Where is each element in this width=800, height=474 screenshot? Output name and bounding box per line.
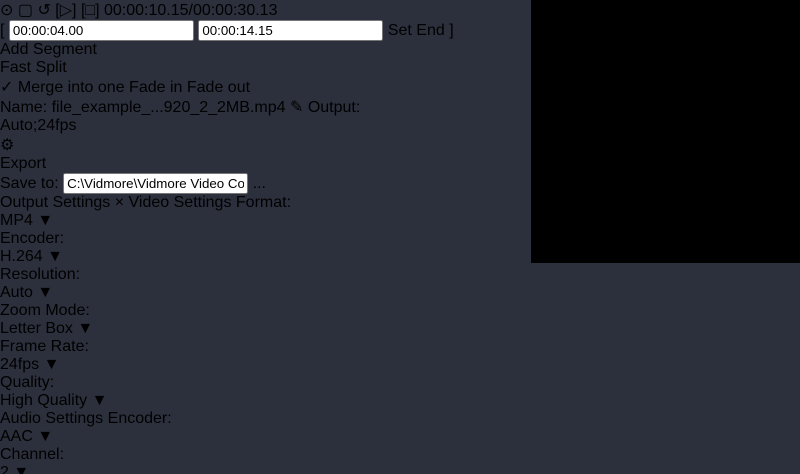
close-icon[interactable]: × bbox=[115, 194, 124, 211]
fade-out-label: Fade out bbox=[187, 79, 250, 96]
browse-more-button[interactable]: ... bbox=[253, 175, 266, 192]
channel-dropdown[interactable]: 2 ▼ bbox=[0, 464, 800, 474]
play-clip-icon[interactable]: [▷] bbox=[55, 2, 76, 19]
chevron-down-icon: ▼ bbox=[77, 320, 93, 337]
save-path-input[interactable] bbox=[63, 173, 248, 194]
output-label: Output: bbox=[308, 99, 360, 116]
set-end-bracket-icon[interactable]: ] bbox=[449, 22, 453, 39]
audio-encoder-dropdown[interactable]: AAC ▼ bbox=[0, 428, 800, 446]
save-to-label: Save to: bbox=[0, 175, 59, 192]
channel-value: 2 bbox=[0, 464, 9, 474]
zoom-mode-value: Letter Box bbox=[0, 320, 73, 337]
format-value: MP4 bbox=[0, 212, 33, 229]
file-name-value: file_example_...920_2_2MB.mp4 bbox=[52, 99, 286, 116]
zoom-mode-dropdown[interactable]: Letter Box ▼ bbox=[0, 320, 800, 338]
edit-name-icon[interactable]: ✎ bbox=[290, 99, 303, 116]
trim-end-input[interactable] bbox=[198, 20, 383, 41]
time-display: 00:00:10.15/00:00:30.13 bbox=[104, 2, 278, 19]
trim-start-input[interactable] bbox=[9, 20, 194, 41]
snapshot-icon[interactable]: ⊙ bbox=[0, 2, 13, 19]
app-window: ⊙ ▢ ↺ [▷] [□] 00:00:10.15/00:00:30.13 [ … bbox=[0, 0, 800, 474]
merge-into-one-checkbox[interactable]: ✓ bbox=[0, 79, 13, 96]
stop-clip-icon[interactable]: [□] bbox=[81, 2, 100, 19]
replay-icon[interactable]: ↺ bbox=[37, 2, 50, 19]
channel-label: Channel: bbox=[0, 446, 64, 463]
frame-rate-value: 24fps bbox=[0, 356, 39, 373]
zoom-mode-label: Zoom Mode: bbox=[0, 302, 90, 319]
resolution-value: Auto bbox=[0, 284, 33, 301]
video-settings-header: Video Settings bbox=[129, 194, 232, 211]
audio-encoder-value: AAC bbox=[0, 428, 33, 445]
chevron-down-icon: ▼ bbox=[37, 428, 53, 445]
encoder-value: H.264 bbox=[0, 248, 43, 265]
earth-image bbox=[565, 40, 735, 210]
frame-rate-label: Frame Rate: bbox=[0, 338, 89, 355]
set-end-button[interactable]: Set End bbox=[388, 22, 445, 39]
fade-in-label: Fade in bbox=[129, 79, 182, 96]
encoder-label: Encoder: bbox=[0, 230, 64, 247]
audio-settings-header: Audio Settings bbox=[0, 410, 103, 427]
video-preview bbox=[531, 0, 800, 263]
quality-value: High Quality bbox=[0, 392, 87, 409]
output-settings-gear-icon[interactable]: ⚙ bbox=[0, 137, 14, 154]
output-format-value: Auto;24fps bbox=[0, 117, 77, 134]
chevron-down-icon: ▼ bbox=[37, 284, 53, 301]
quality-label: Quality: bbox=[0, 374, 54, 391]
chevron-down-icon: ▼ bbox=[44, 356, 60, 373]
merge-into-one-label: Merge into one bbox=[18, 79, 125, 96]
resolution-label: Resolution: bbox=[0, 266, 80, 283]
dialog-title: Output Settings bbox=[0, 194, 110, 211]
set-start-bracket-icon[interactable]: [ bbox=[0, 22, 4, 39]
stop-icon[interactable]: ▢ bbox=[18, 2, 33, 19]
name-label: Name: bbox=[0, 99, 47, 116]
resolution-dropdown[interactable]: Auto ▼ bbox=[0, 284, 800, 302]
frame-rate-dropdown[interactable]: 24fps ▼ bbox=[0, 356, 800, 374]
chevron-down-icon: ▼ bbox=[37, 212, 53, 229]
audio-encoder-label: Encoder: bbox=[108, 410, 172, 427]
chevron-down-icon: ▼ bbox=[13, 464, 29, 474]
quality-dropdown[interactable]: High Quality ▼ bbox=[0, 392, 800, 410]
chevron-down-icon: ▼ bbox=[92, 392, 108, 409]
format-label: Format: bbox=[236, 194, 291, 211]
chevron-down-icon: ▼ bbox=[47, 248, 63, 265]
